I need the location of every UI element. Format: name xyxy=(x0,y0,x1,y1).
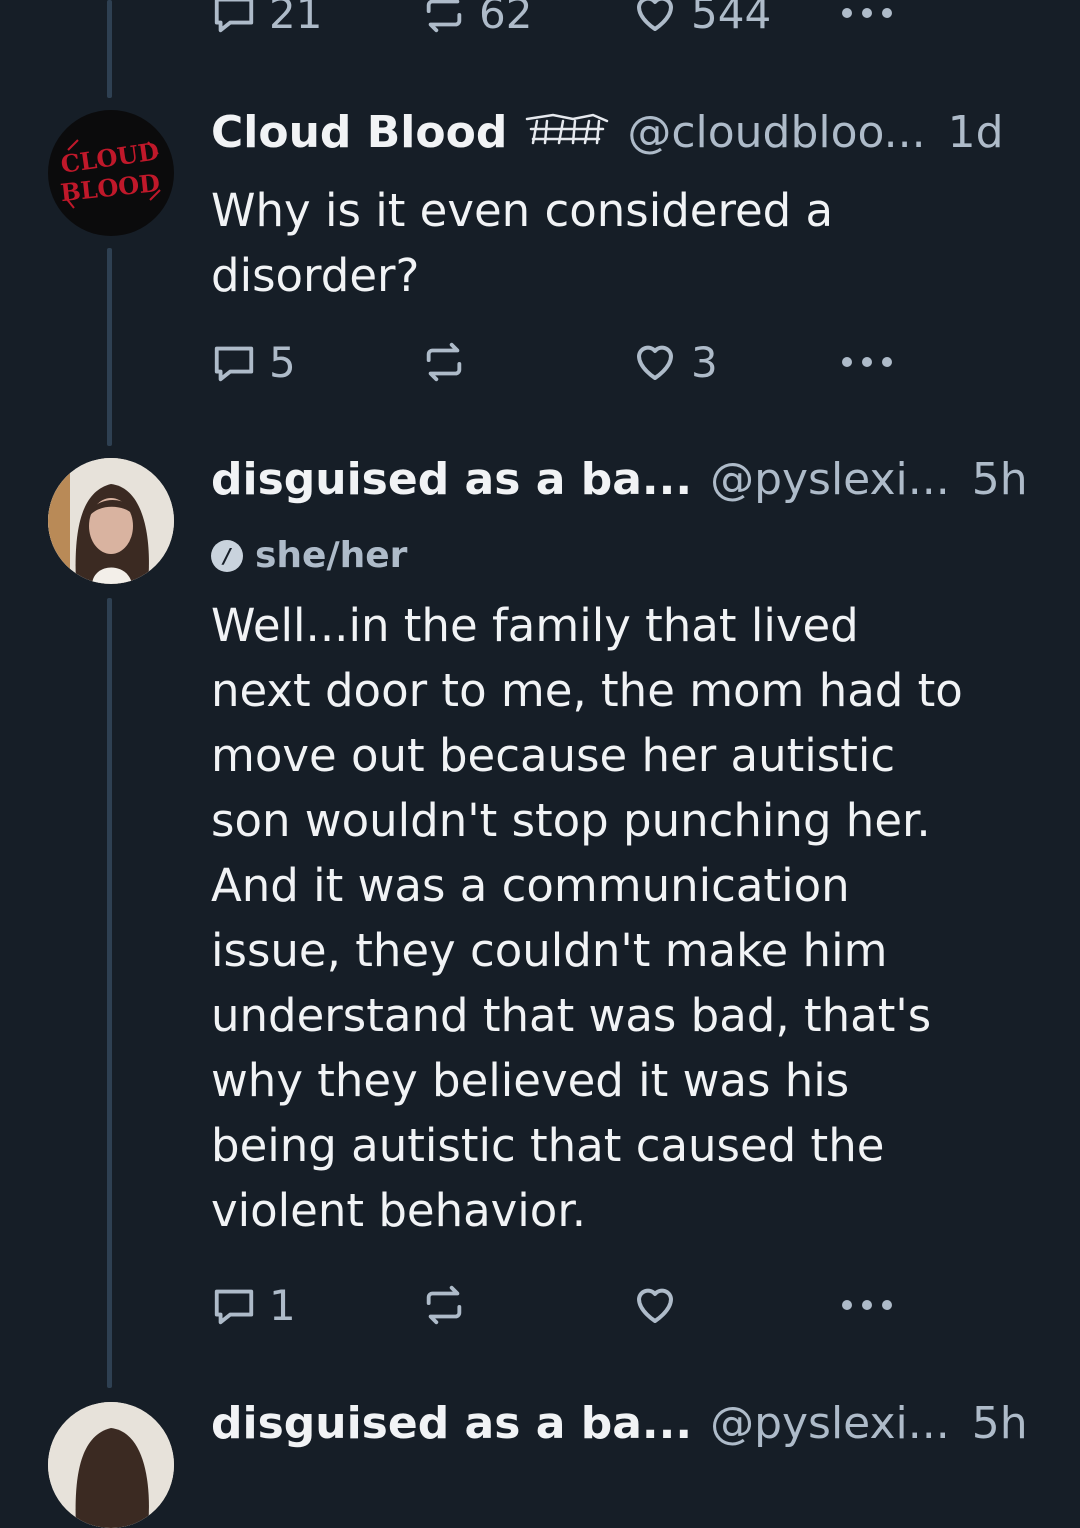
post-text-line: next door to me, the mom had to xyxy=(211,664,963,717)
cloud-blood-logo: CLOUD BLOOD xyxy=(59,136,161,209)
reply-icon xyxy=(214,346,254,382)
user-handle[interactable]: @pyslexi... xyxy=(710,1398,950,1449)
post-header: Cloud Blood @cloudbloo... 1d xyxy=(211,105,1040,158)
avatar-disguised[interactable] xyxy=(48,458,174,584)
horses-emblem-icon xyxy=(523,109,609,155)
post-text-line: understand that was bad, that's xyxy=(211,989,932,1042)
top-post-actions: 21 62 544 xyxy=(211,0,911,40)
pronouns-label: / she/her xyxy=(211,535,407,576)
like-count: 3 xyxy=(691,337,718,387)
post-text-line: son wouldn't stop punching her. xyxy=(211,794,931,847)
repost-button[interactable] xyxy=(421,335,479,389)
repost-icon xyxy=(426,342,462,382)
like-button[interactable]: 544 xyxy=(631,0,771,40)
reply-count: 5 xyxy=(269,337,296,387)
display-name[interactable]: disguised as a ba... xyxy=(211,454,692,505)
post-actions: 1 xyxy=(211,1278,911,1332)
post-text-line: violent behavior. xyxy=(211,1184,587,1237)
post-text-line: why they believed it was his xyxy=(211,1054,850,1107)
ellipsis-icon xyxy=(842,1300,892,1310)
post-text-line: issue, they couldn't make him xyxy=(211,924,888,977)
like-button[interactable]: 3 xyxy=(631,335,718,389)
thread-line-2 xyxy=(107,598,112,1388)
post-text-line: disorder? xyxy=(211,249,420,302)
like-count: 544 xyxy=(691,0,772,38)
heart-icon xyxy=(637,1288,673,1323)
pronouns-text: she/her xyxy=(255,535,408,576)
timestamp[interactable]: 5h xyxy=(972,454,1028,505)
repost-count: 62 xyxy=(479,0,533,38)
timestamp[interactable]: 5h xyxy=(972,1398,1028,1449)
user-handle[interactable]: @pyslexi... xyxy=(710,454,950,505)
reply-count: 1 xyxy=(269,1280,296,1330)
ellipsis-icon xyxy=(842,357,892,367)
reply-button[interactable]: 21 xyxy=(211,0,322,40)
thread-line-1 xyxy=(107,248,112,446)
reply-icon xyxy=(214,0,254,33)
post-text-line: move out because her autistic xyxy=(211,729,896,782)
more-options-button[interactable] xyxy=(839,1278,895,1332)
timestamp[interactable]: 1d xyxy=(948,107,1004,158)
post-header: disguised as a ba... @pyslexi... 5h xyxy=(211,454,1040,505)
repost-icon xyxy=(426,1285,462,1325)
post-text-line: being autistic that caused the xyxy=(211,1119,885,1172)
display-name[interactable]: disguised as a ba... xyxy=(211,1398,692,1449)
reply-count: 21 xyxy=(269,0,323,38)
reply-button[interactable]: 1 xyxy=(211,1278,296,1332)
avatar-cloud-blood[interactable]: CLOUD BLOOD xyxy=(48,110,174,236)
repost-button[interactable]: 62 xyxy=(421,0,532,40)
next-post-header: disguised as a ba... @pyslexi... 5h xyxy=(211,1398,1040,1449)
heart-icon xyxy=(637,0,673,31)
post-text: Why is it even considered a disorder? xyxy=(211,178,1031,308)
heart-icon xyxy=(637,345,673,380)
repost-button[interactable] xyxy=(421,1278,479,1332)
repost-icon xyxy=(426,0,462,33)
reply-button[interactable]: 5 xyxy=(211,335,296,389)
pronoun-icon: / xyxy=(211,539,243,572)
display-name[interactable]: Cloud Blood xyxy=(211,107,507,158)
post-text: Well...in the family that lived next doo… xyxy=(211,593,1031,1243)
thread-line-top xyxy=(107,0,112,98)
profile-photo xyxy=(48,458,174,584)
more-options-button[interactable] xyxy=(839,0,895,40)
post-text-line: And it was a communication xyxy=(211,859,850,912)
ellipsis-icon xyxy=(842,8,892,18)
profile-photo xyxy=(48,1402,174,1528)
post-text-line: Why is it even considered a xyxy=(211,184,834,237)
post-text-line: Well...in the family that lived xyxy=(211,599,859,652)
avatar-disguised-next[interactable] xyxy=(48,1402,174,1528)
user-handle[interactable]: @cloudbloo... xyxy=(627,107,925,158)
more-options-button[interactable] xyxy=(839,335,895,389)
like-button[interactable] xyxy=(631,1278,691,1332)
reply-icon xyxy=(214,1289,254,1325)
post-actions: 5 3 xyxy=(211,335,911,389)
